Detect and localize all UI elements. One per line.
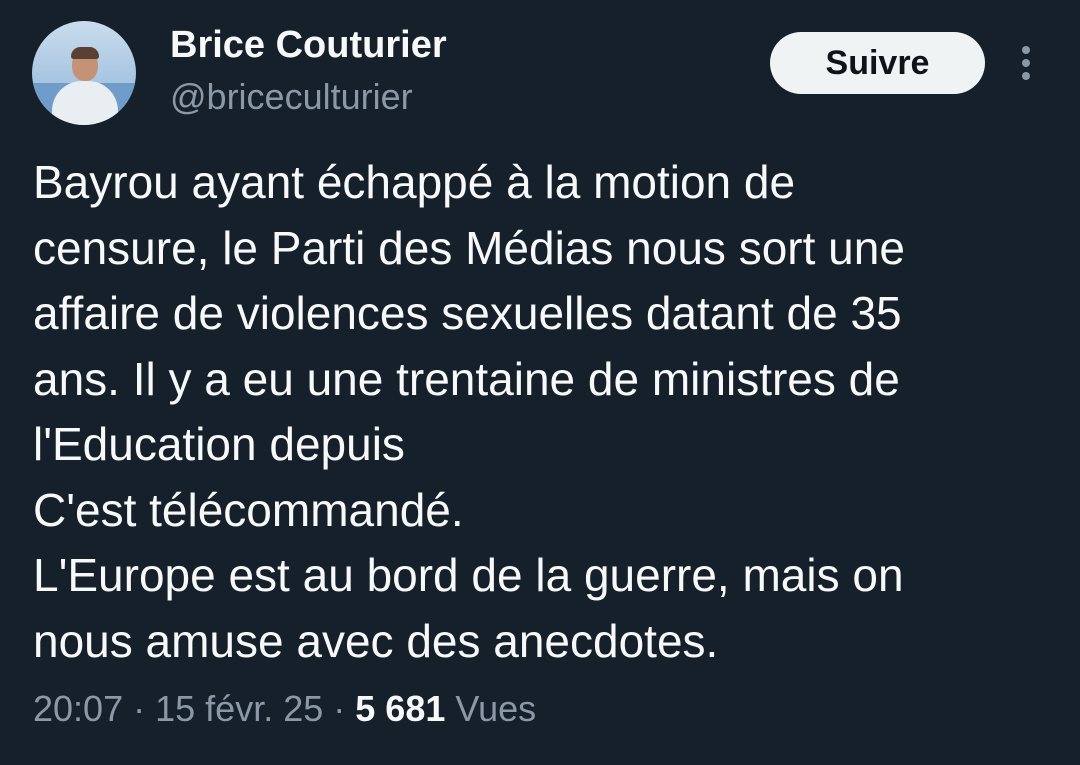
tweet-text-line: Bayrou ayant échappé à la motion de (33, 156, 796, 208)
more-options-icon[interactable] (1012, 44, 1040, 84)
tweet-text-line: ans. Il y a eu une trentaine de ministre… (33, 352, 900, 405)
tweet-text-line: nous amuse avec des anecdotes. (33, 614, 719, 667)
tweet-text-line: L'Europe est au bord de la guerre, mais … (33, 549, 904, 601)
views-label: Vues (455, 688, 537, 729)
author-handle[interactable]: @briceculturier (170, 76, 413, 118)
tweet-meta: 20:07 · 15 févr. 25 · 5 681 Vues (33, 688, 536, 730)
author-avatar[interactable] (32, 21, 136, 125)
follow-button[interactable]: Suivre (770, 32, 985, 94)
vertical-ellipsis-icon (1022, 46, 1030, 80)
author-name[interactable]: Brice Couturier (170, 24, 447, 67)
tweet-card: Brice Couturier @briceculturier Suivre B… (0, 0, 1080, 765)
tweet-text-line: C'est télécommandé. (33, 483, 464, 536)
tweet-text-line: affaire de violences sexuelles datant de… (33, 287, 902, 339)
views-count[interactable]: 5 681 (355, 688, 445, 729)
avatar-hair (71, 47, 99, 59)
tweet-date[interactable]: 15 févr. 25 (155, 688, 323, 729)
tweet-time[interactable]: 20:07 (33, 688, 123, 729)
meta-separator: · (133, 688, 146, 729)
meta-separator: · (333, 688, 346, 729)
tweet-text-line: l'Education depuis (33, 418, 405, 470)
tweet-text-line: censure, le Parti des Médias nous sort u… (33, 221, 905, 274)
tweet-text: Bayrou ayant échappé à la motion de cens… (33, 150, 1063, 674)
